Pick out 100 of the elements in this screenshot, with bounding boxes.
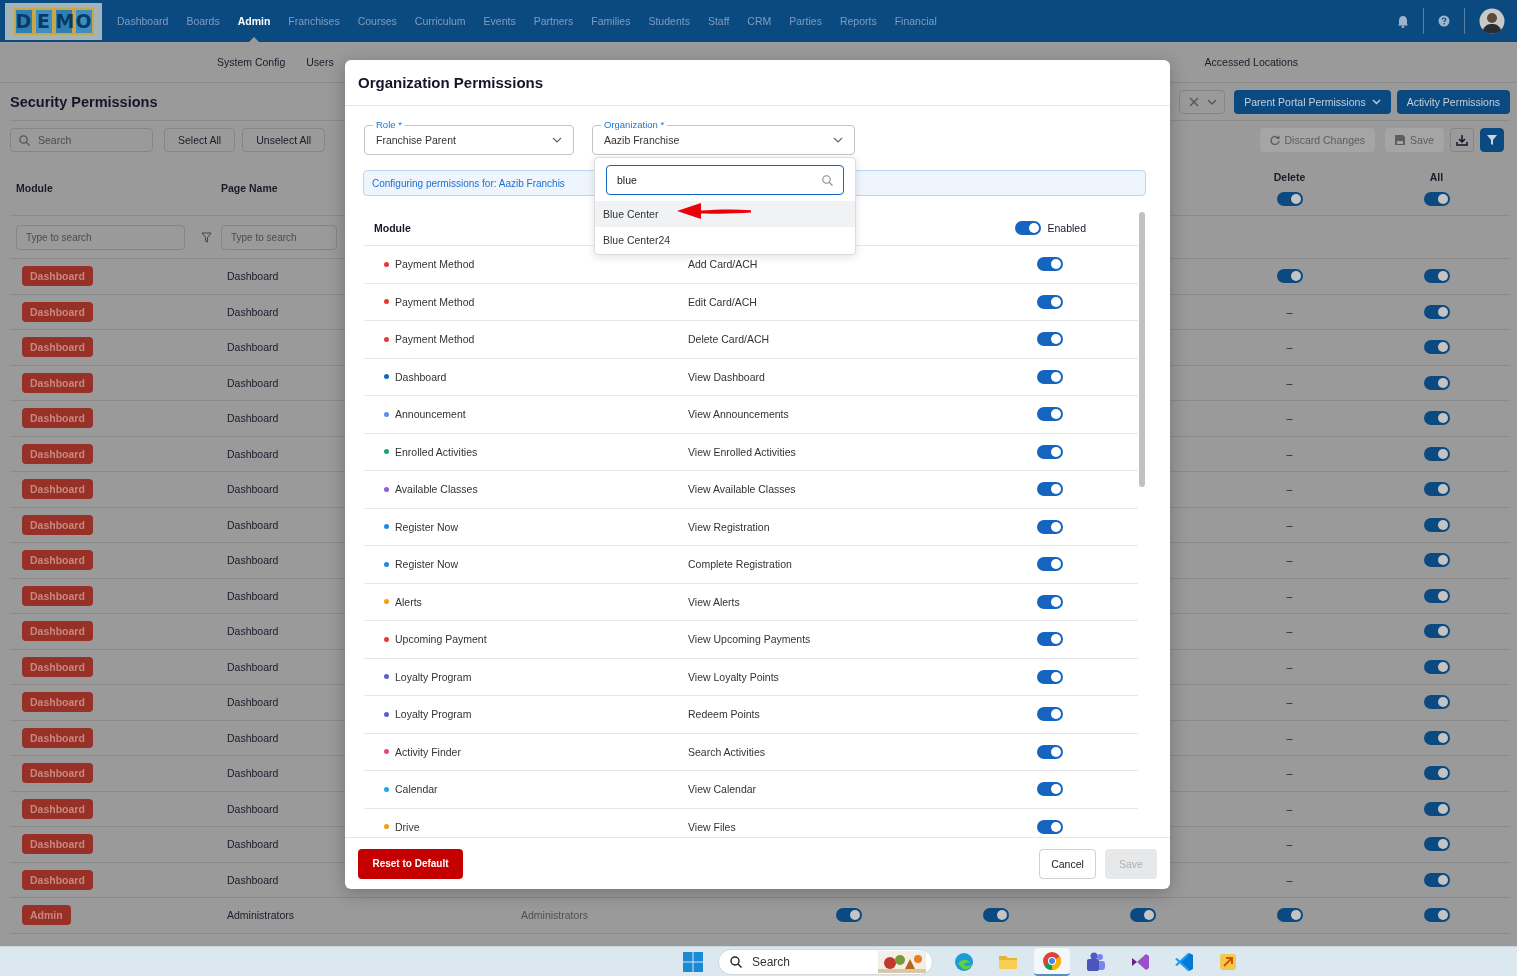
- toggle-switch[interactable]: [1423, 695, 1450, 710]
- nav-link[interactable]: Students: [648, 0, 690, 42]
- nav-link[interactable]: Admin: [237, 0, 271, 42]
- toggle-switch[interactable]: [1037, 332, 1063, 347]
- toggle-switch[interactable]: [1037, 782, 1063, 797]
- toggle-switch[interactable]: [1037, 632, 1063, 647]
- toggle-switch[interactable]: [1423, 191, 1450, 206]
- filter-button[interactable]: [1480, 128, 1504, 152]
- nav-link[interactable]: Parties: [789, 0, 822, 42]
- toggle-switch[interactable]: [1037, 707, 1063, 722]
- nav-link[interactable]: Courses: [357, 0, 397, 42]
- toggle-switch[interactable]: [1423, 482, 1450, 497]
- nav-link[interactable]: Financial: [894, 0, 937, 42]
- toggle-switch[interactable]: [1037, 669, 1063, 684]
- reset-button[interactable]: Reset to Default: [358, 848, 463, 879]
- nav-link[interactable]: Franchises: [288, 0, 340, 42]
- avatar-icon[interactable]: [1479, 8, 1505, 34]
- nav-link[interactable]: Staff: [707, 0, 730, 42]
- toggle-switch[interactable]: [1423, 269, 1450, 284]
- toggle-switch[interactable]: [1423, 553, 1450, 568]
- toggle-switch[interactable]: [1037, 819, 1063, 834]
- toggle-switch[interactable]: [1037, 294, 1063, 309]
- toggle-switch[interactable]: [1037, 482, 1063, 497]
- toggle-switch[interactable]: [1037, 557, 1063, 572]
- nav-link[interactable]: Events: [483, 0, 516, 42]
- nav-link[interactable]: Partners: [533, 0, 574, 42]
- select-field[interactable]: [1179, 89, 1226, 114]
- subnav-link[interactable]: Accessed Locations: [1204, 56, 1298, 68]
- nav-link[interactable]: Reports: [839, 0, 877, 42]
- module-badge: Dashboard: [22, 834, 93, 855]
- toggle-switch[interactable]: [1037, 519, 1063, 534]
- toggle-switch[interactable]: [1423, 872, 1450, 887]
- filter-field[interactable]: Type to search: [16, 224, 185, 250]
- module-badge: Dashboard: [22, 550, 93, 571]
- chevron-down-icon[interactable]: [1207, 98, 1218, 105]
- table-cell-text: Available Classes: [395, 483, 479, 496]
- toggle-switch[interactable]: [1129, 908, 1156, 923]
- help-icon[interactable]: [1438, 15, 1450, 27]
- subnav-link[interactable]: Users: [306, 56, 334, 68]
- toggle-switch[interactable]: [1423, 908, 1450, 923]
- search-field[interactable]: Search: [10, 128, 153, 152]
- toggle-switch[interactable]: [835, 908, 862, 923]
- permissions-button[interactable]: Activity Permissions: [1396, 89, 1510, 114]
- nav-link[interactable]: Boards: [186, 0, 220, 42]
- toggle-switch[interactable]: [1423, 730, 1450, 745]
- search-field[interactable]: blue: [606, 165, 844, 195]
- toggle-switch[interactable]: [1423, 801, 1450, 816]
- toggle-switch[interactable]: [1423, 588, 1450, 603]
- toggle-switch[interactable]: [1037, 407, 1063, 422]
- toggle-switch[interactable]: [1423, 304, 1450, 319]
- toggle-switch[interactable]: [1015, 220, 1042, 235]
- nav-link[interactable]: Curriculum: [414, 0, 466, 42]
- toggle-switch[interactable]: [1423, 446, 1450, 461]
- table-cell-text: Complete Registration: [688, 558, 793, 571]
- toggle-switch[interactable]: [1276, 191, 1303, 206]
- toggle-switch[interactable]: [1037, 744, 1063, 759]
- filter-icon[interactable]: [201, 231, 212, 243]
- table-cell: –: [1286, 305, 1293, 318]
- nav-link[interactable]: Families: [591, 0, 631, 42]
- search-field[interactable]: Search: [718, 948, 933, 975]
- code-editor-icon[interactable]: [1173, 950, 1195, 973]
- toggle-switch[interactable]: [1423, 411, 1450, 426]
- clear-icon[interactable]: [1189, 96, 1200, 107]
- select-all-button[interactable]: Select All: [164, 128, 236, 152]
- table-cell: Dashboard: [227, 518, 279, 531]
- toggle-switch[interactable]: [1423, 517, 1450, 532]
- table-cell: –: [1286, 518, 1293, 531]
- cancel-button[interactable]: Cancel: [1039, 848, 1096, 879]
- table-cell-text: Edit Card/ACH: [688, 295, 758, 308]
- toggle-switch[interactable]: [1276, 269, 1303, 284]
- toggle-switch[interactable]: [982, 908, 1009, 923]
- toggle-switch[interactable]: [1037, 257, 1063, 272]
- table-cell-text: View Announcements: [688, 408, 790, 421]
- toggle-switch[interactable]: [1423, 659, 1450, 674]
- toggle-switch[interactable]: [1423, 624, 1450, 639]
- windows-icon[interactable]: [682, 950, 704, 973]
- toggle-switch[interactable]: [1423, 375, 1450, 390]
- unselect-all-button[interactable]: Unselect All: [242, 128, 326, 152]
- chat-app-icon[interactable]: [1085, 950, 1107, 973]
- toggle-switch[interactable]: [1423, 837, 1450, 852]
- bell-icon[interactable]: [1397, 14, 1409, 28]
- nav-link[interactable]: Dashboard: [117, 0, 169, 42]
- toggle-switch[interactable]: [1037, 594, 1063, 609]
- download-button[interactable]: [1450, 128, 1474, 152]
- filter-field[interactable]: Type to search: [221, 224, 337, 250]
- toggle-switch[interactable]: [1037, 369, 1063, 384]
- scrollbar[interactable]: [1139, 212, 1145, 487]
- dropdown-option[interactable]: Blue Center24: [595, 227, 855, 253]
- toggle-switch[interactable]: [1423, 766, 1450, 781]
- toggle-switch[interactable]: [1037, 444, 1063, 459]
- table-cell-text: Register Now: [395, 558, 460, 571]
- permissions-button[interactable]: Parent Portal Permissions: [1234, 89, 1391, 114]
- dropdown-option[interactable]: Blue Center: [595, 201, 855, 227]
- table-cell-text: View Enrolled Activities: [688, 445, 797, 458]
- browser-icon[interactable]: [1041, 949, 1063, 972]
- toggle-switch[interactable]: [1423, 340, 1450, 355]
- nav-link[interactable]: CRM: [747, 0, 772, 42]
- toggle-switch[interactable]: [1276, 908, 1303, 923]
- subnav-link[interactable]: System Config: [217, 56, 286, 68]
- module-badge: Dashboard: [22, 514, 93, 535]
